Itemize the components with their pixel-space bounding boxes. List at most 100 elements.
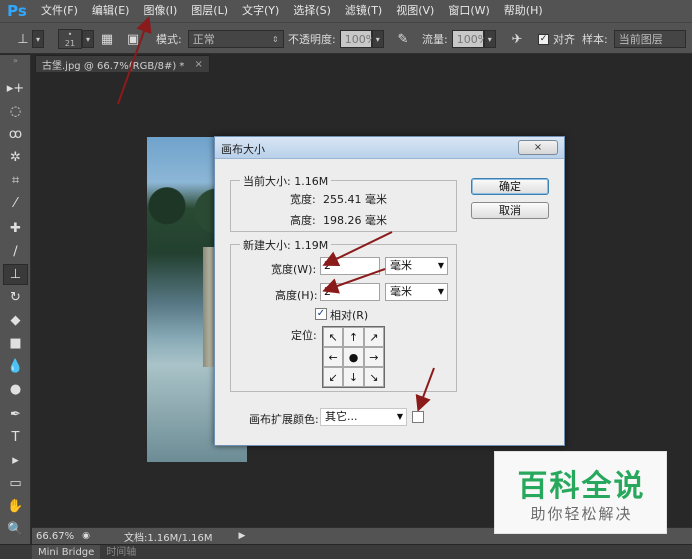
current-height-label: 高度: (290, 214, 316, 227)
bottom-panel-toggle-icon[interactable] (0, 545, 32, 559)
eraser-tool-icon[interactable]: ◆ (3, 310, 28, 331)
menu-window[interactable]: 窗口(W) (441, 0, 496, 22)
ok-button[interactable]: 确定 (471, 178, 549, 195)
width-unit-value: 毫米 (390, 259, 412, 272)
current-width-value: 255.41 毫米 (323, 193, 387, 206)
dodge-tool-icon[interactable]: ● (3, 379, 28, 400)
menu-edit[interactable]: 编辑(E) (85, 0, 137, 22)
menu-select[interactable]: 选择(S) (286, 0, 338, 22)
opacity-dropdown-button[interactable]: ▾ (371, 30, 384, 48)
width-unit-select[interactable]: 毫米 ▼ (385, 257, 448, 275)
move-tool-icon[interactable]: ▸+ (3, 78, 28, 99)
relative-checkbox[interactable]: ✓ (315, 308, 327, 320)
toolbar-collapse-icon[interactable]: » (3, 56, 28, 65)
current-width-label: 宽度: (290, 193, 316, 206)
toggle-brush-panel-button[interactable]: ▦ (98, 29, 116, 49)
sample-label: 样本: (582, 33, 608, 46)
flow-label: 流量: (422, 33, 448, 46)
zoom-tool-icon[interactable]: 🔍 (3, 519, 28, 540)
new-width-label: 宽度(W): (271, 263, 317, 276)
brush-dot-icon: • (67, 30, 73, 39)
aligned-checkbox[interactable]: ✓ 对齐 (538, 29, 575, 49)
path-select-tool-icon[interactable]: ▸ (3, 450, 28, 471)
airbrush-button[interactable]: ✈ (508, 29, 526, 49)
height-unit-value: 毫米 (390, 285, 412, 298)
chevron-down-icon: ▼ (437, 261, 444, 270)
aligned-label: 对齐 (553, 33, 575, 46)
menu-help[interactable]: 帮助(H) (497, 0, 550, 22)
anchor-label: 定位: (291, 329, 317, 342)
tool-preset-picker[interactable]: ⊥ ▾ (14, 29, 44, 49)
menu-bar: Ps 文件(F) 编辑(E) 图像(I) 图层(L) 文字(Y) 选择(S) 滤… (0, 0, 692, 22)
clone-stamp-icon: ⊥ (17, 31, 29, 47)
blur-tool-icon[interactable]: 💧 (3, 356, 28, 377)
anchor-bottom[interactable]: ↓ (343, 367, 364, 387)
tab-timeline[interactable]: 时间轴 (100, 545, 142, 559)
menu-image[interactable]: 图像(I) (136, 0, 184, 22)
status-menu-arrow-icon[interactable]: ▶ (239, 531, 246, 541)
anchor-top[interactable]: ↑ (343, 327, 364, 347)
tools-panel: » ▸+ ◌ ꝏ ✲ ⌗ ⁄ ✚ ∕ ⊥ ↻ ◆ ■ 💧 ● ✒ T ▸ ▭ ✋… (0, 55, 31, 545)
anchor-center[interactable]: ● (343, 347, 364, 367)
cancel-button[interactable]: 取消 (471, 202, 549, 219)
anchor-grid: ↖ ↑ ↗ ← ● → ↙ ↓ ↘ (322, 326, 385, 388)
photoshop-logo-icon: Ps (7, 2, 27, 20)
chevron-down-icon: ▾ (82, 30, 94, 48)
hand-tool-icon[interactable]: ✋ (3, 496, 28, 517)
menu-type[interactable]: 文字(Y) (235, 0, 286, 22)
photoshop-window: Ps 文件(F) 编辑(E) 图像(I) 图层(L) 文字(Y) 选择(S) 滤… (0, 0, 692, 559)
anchor-left[interactable]: ← (323, 347, 344, 367)
mode-select[interactable]: 正常 ⇕ (187, 30, 284, 48)
shape-tool-icon[interactable]: ▭ (3, 473, 28, 494)
pen-tool-icon[interactable]: ✒ (3, 404, 28, 425)
extension-color-swatch[interactable] (412, 411, 424, 423)
quick-select-tool-icon[interactable]: ✲ (3, 147, 28, 168)
close-icon[interactable]: × (194, 59, 202, 70)
menu-filter[interactable]: 滤镜(T) (338, 0, 389, 22)
brush-size-preview: • 21 (58, 29, 82, 49)
extension-color-select[interactable]: 其它... ▼ (320, 408, 407, 426)
dialog-close-button[interactable]: × (518, 140, 558, 155)
zoom-level[interactable]: 66.67% (36, 531, 74, 542)
gradient-tool-icon[interactable]: ■ (3, 333, 28, 354)
relative-label[interactable]: 相对(R) (330, 307, 368, 323)
clone-stamp-tool-icon[interactable]: ⊥ (3, 264, 28, 285)
options-bar: ⊥ ▾ • 21 ▾ ▦ ▣ 模式: 正常 ⇕ 不透明度: 100% ▾ ✎ 流… (0, 22, 692, 54)
flow-dropdown-button[interactable]: ▾ (483, 30, 496, 48)
brush-preset-picker[interactable]: • 21 ▾ (58, 29, 94, 49)
anchor-right[interactable]: → (363, 347, 384, 367)
height-unit-select[interactable]: 毫米 ▼ (385, 283, 448, 301)
opacity-label: 不透明度: (288, 33, 336, 46)
menu-file[interactable]: 文件(F) (34, 0, 85, 22)
width-input[interactable]: 2 (320, 257, 380, 275)
sample-select[interactable]: 当前图层 (613, 30, 686, 48)
status-info-icon[interactable]: ◉ (82, 531, 90, 541)
pressure-opacity-button[interactable]: ✎ (394, 29, 412, 49)
opacity-field[interactable]: 100% (339, 30, 376, 48)
current-height-value: 198.26 毫米 (323, 214, 387, 227)
menu-view[interactable]: 视图(V) (389, 0, 441, 22)
anchor-top-left[interactable]: ↖ (323, 327, 344, 347)
brush-panel-icon: ▦ (100, 31, 114, 47)
marquee-tool-icon[interactable]: ◌ (3, 101, 28, 122)
extension-color-value: 其它... (325, 410, 358, 423)
document-tab[interactable]: 古堡.jpg @ 66.7%(RGB/8#) * × (35, 55, 210, 72)
crop-tool-icon[interactable]: ⌗ (3, 170, 28, 191)
tab-mini-bridge[interactable]: Mini Bridge (32, 544, 101, 559)
flow-field[interactable]: 100% (451, 30, 488, 48)
type-tool-icon[interactable]: T (3, 427, 28, 448)
history-brush-tool-icon[interactable]: ↻ (3, 287, 28, 308)
anchor-bottom-right[interactable]: ↘ (363, 367, 384, 387)
height-input[interactable]: 2 (320, 283, 380, 301)
dialog-titlebar[interactable]: 画布大小 × (215, 137, 564, 159)
anchor-top-right[interactable]: ↗ (363, 327, 384, 347)
toggle-clone-source-button[interactable]: ▣ (124, 29, 142, 49)
lasso-tool-icon[interactable]: ꝏ (3, 124, 28, 145)
menu-layer[interactable]: 图层(L) (184, 0, 235, 22)
ok-button-label: 确定 (499, 180, 521, 193)
eyedropper-tool-icon[interactable]: ⁄ (3, 193, 28, 214)
anchor-bottom-left[interactable]: ↙ (323, 367, 344, 387)
healing-brush-tool-icon[interactable]: ✚ (3, 218, 28, 239)
document-tab-title: 古堡.jpg @ 66.7%(RGB/8#) * (42, 60, 185, 72)
brush-tool-icon[interactable]: ∕ (3, 241, 28, 262)
